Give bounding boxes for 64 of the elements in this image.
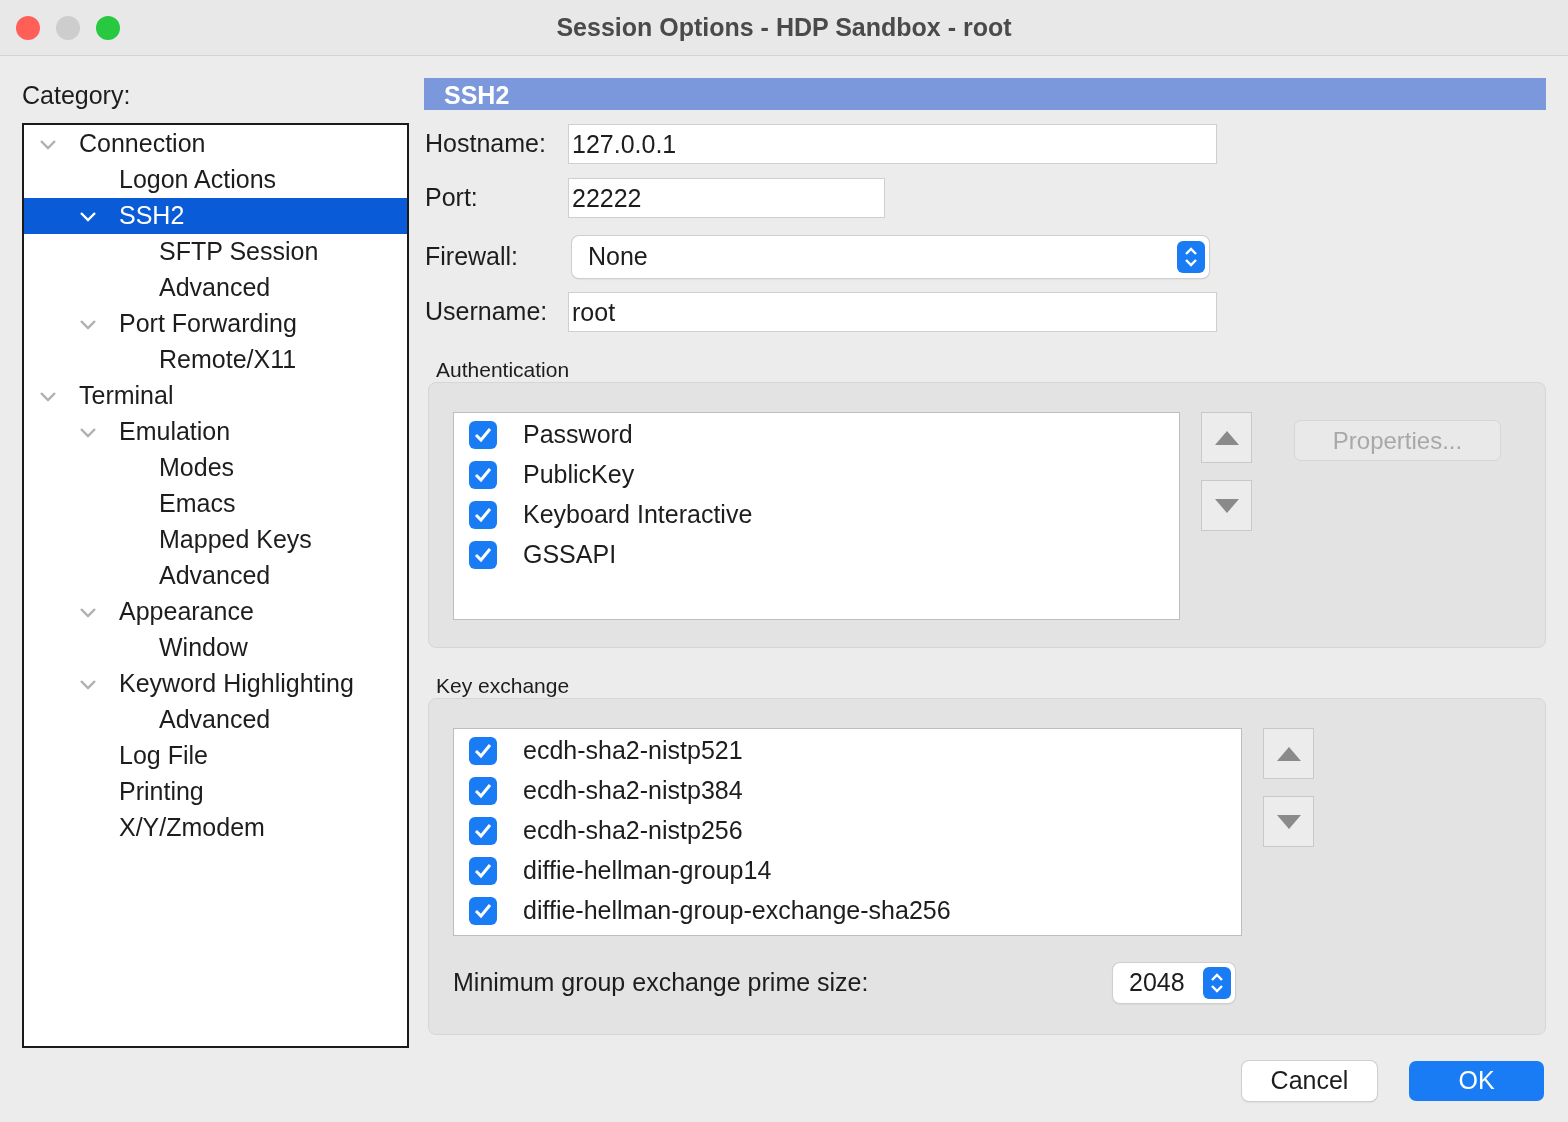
- text-field[interactable]: 127.0.0.1: [568, 124, 1217, 164]
- move-down-button[interactable]: [1201, 480, 1252, 531]
- stepper-icon: [1203, 967, 1231, 999]
- checkbox[interactable]: [469, 817, 497, 845]
- tree-item[interactable]: Log File: [24, 738, 407, 774]
- tree-item[interactable]: Emulation: [24, 414, 407, 450]
- move-up-button[interactable]: [1263, 728, 1314, 779]
- checkbox-label: GSSAPI: [523, 539, 617, 571]
- tree-item[interactable]: Modes: [24, 450, 407, 486]
- stepper-icon: [1177, 241, 1205, 273]
- checkbox-label: ecdh-sha2-nistp256: [523, 815, 743, 847]
- firewall-select[interactable]: None: [572, 236, 1209, 278]
- checkbox[interactable]: [469, 461, 497, 489]
- checkbox-label: diffie-hellman-group14: [523, 855, 772, 887]
- field-label: Firewall:: [424, 241, 520, 273]
- move-down-button[interactable]: [1263, 796, 1314, 847]
- window-button[interactable]: [16, 16, 40, 40]
- window-button[interactable]: [96, 16, 120, 40]
- checkbox[interactable]: [469, 737, 497, 765]
- checkbox[interactable]: [469, 501, 497, 529]
- checkbox[interactable]: [469, 777, 497, 805]
- tree-item[interactable]: Terminal: [24, 378, 407, 414]
- checkbox-label: ecdh-sha2-nistp384: [523, 775, 743, 807]
- tree-item[interactable]: SSH2: [24, 198, 407, 234]
- checkbox-label: Password: [523, 419, 633, 451]
- tree-item[interactable]: Keyword Highlighting: [24, 666, 407, 702]
- field-label: Username:: [424, 296, 549, 328]
- tree-item[interactable]: Port Forwarding: [24, 306, 407, 342]
- tree-item[interactable]: Emacs: [24, 486, 407, 522]
- text-field[interactable]: 22222: [568, 178, 885, 218]
- group-title: Authentication: [436, 358, 570, 381]
- checkbox[interactable]: [469, 897, 497, 925]
- move-up-button[interactable]: [1201, 412, 1252, 463]
- tree-item[interactable]: Mapped Keys: [24, 522, 407, 558]
- tree-item[interactable]: X/Y/Zmodem: [24, 810, 407, 846]
- group-title: Key exchange: [436, 674, 570, 697]
- tree-item[interactable]: Remote/X11: [24, 342, 407, 378]
- tree-item[interactable]: Advanced: [24, 270, 407, 306]
- checkbox[interactable]: [469, 421, 497, 449]
- checkbox-label: ecdh-sha2-nistp521: [523, 735, 743, 767]
- checkbox-label: Keyboard Interactive: [523, 499, 753, 531]
- checkbox-label: PublicKey: [523, 459, 635, 491]
- section-header: SSH2: [424, 78, 1546, 110]
- checkbox-label: diffie-hellman-group-exchange-sha256: [523, 895, 951, 927]
- tree-item[interactable]: Connection: [24, 126, 407, 162]
- tree-item[interactable]: Advanced: [24, 702, 407, 738]
- tree-item[interactable]: Logon Actions: [24, 162, 407, 198]
- prime-size-label: Minimum group exchange prime size:: [453, 967, 869, 999]
- checkbox[interactable]: [469, 541, 497, 569]
- tree-item[interactable]: SFTP Session: [24, 234, 407, 270]
- tree-item[interactable]: Appearance: [24, 594, 407, 630]
- tree-item[interactable]: Printing: [24, 774, 407, 810]
- chevron-down-icon[interactable]: [79, 210, 97, 222]
- prime-size-select[interactable]: 2048: [1113, 963, 1235, 1003]
- text-field[interactable]: root: [568, 292, 1217, 332]
- checkbox[interactable]: [469, 857, 497, 885]
- cancel-button[interactable]: Cancel: [1242, 1061, 1377, 1101]
- tree-item[interactable]: Advanced: [24, 558, 407, 594]
- category-label: Category:: [22, 80, 132, 111]
- field-label: Port:: [424, 182, 479, 214]
- ok-button[interactable]: OK: [1409, 1061, 1544, 1101]
- tree-item[interactable]: Window: [24, 630, 407, 666]
- window-title: Session Options - HDP Sandbox - root: [556, 11, 1012, 43]
- field-label: Hostname:: [424, 128, 547, 160]
